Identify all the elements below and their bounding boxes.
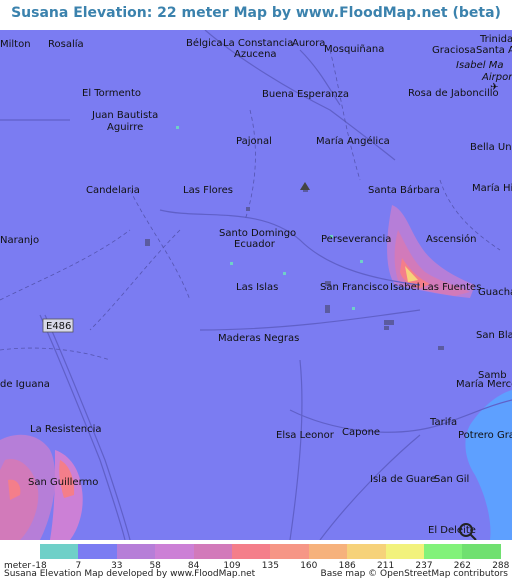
legend-swatch <box>308 544 348 559</box>
title-bar: Susana Elevation: 22 meter Map by www.Fl… <box>0 0 512 30</box>
place-label: Buena Esperanza <box>262 89 349 100</box>
legend-swatch <box>385 544 424 559</box>
place-label: San Bla <box>476 330 512 341</box>
place-label: Bella Uni <box>470 142 512 153</box>
place-label: Bélgica <box>186 37 223 49</box>
place-label: Maderas Negras <box>218 333 299 344</box>
place-label: Azucena <box>234 49 277 60</box>
place-label: Capone <box>342 427 380 438</box>
legend-swatch <box>155 544 194 559</box>
legend-swatch <box>40 544 79 559</box>
place-label: Las Flores <box>183 185 233 196</box>
legend-swatch <box>193 544 232 559</box>
place-label: Graciosa <box>432 45 476 56</box>
place-label: Naranjo <box>0 235 39 246</box>
legend-swatch <box>270 544 309 559</box>
place-label: Santo Domingo <box>219 228 296 239</box>
place-label: La Constancia <box>223 38 293 49</box>
map-title: Susana Elevation: 22 meter Map by www.Fl… <box>11 5 501 21</box>
legend-swatch <box>78 544 117 559</box>
place-label: Airport <box>481 72 512 83</box>
place-label: Candelaria <box>86 185 140 196</box>
place-label: Santa A <box>476 45 512 56</box>
place-label: Perseverancia <box>321 234 391 245</box>
place-label: Milton <box>0 39 31 50</box>
place-label: Guacha <box>478 287 512 298</box>
legend-swatch <box>424 544 463 559</box>
route-label: E486 <box>46 321 71 332</box>
place-label: de Iguana <box>0 379 50 390</box>
place-label: Juan Bautista <box>91 110 158 121</box>
place-label: Trinidad <box>479 34 512 45</box>
place-label: María Angélica <box>316 135 390 147</box>
place-label: Elsa Leonor <box>276 430 335 441</box>
legend-swatch <box>116 544 156 559</box>
elevation-map[interactable]: ✈ Milton Rosalía Bélgica La Constancia A… <box>0 30 512 540</box>
place-label: Santa Bárbara <box>368 184 440 196</box>
place-label: Pajonal <box>236 136 272 147</box>
place-label: Tarifa <box>429 417 457 428</box>
place-label: San Gil <box>434 474 469 485</box>
legend-swatch <box>232 544 271 559</box>
place-label: Isabel <box>390 282 420 293</box>
credit-developer: Susana Elevation Map developed by www.Fl… <box>4 569 256 579</box>
place-label: Aguirre <box>107 122 143 133</box>
legend-swatch <box>347 544 386 559</box>
place-label: Ecuador <box>234 239 276 250</box>
place-label: Ascensión <box>426 233 476 245</box>
legend-tick-label: 160 <box>300 561 318 571</box>
place-label: Potrero Gra <box>458 430 512 441</box>
map-canvas[interactable]: ✈ Milton Rosalía Bélgica La Constancia A… <box>0 30 512 540</box>
place-label: María Hil <box>472 182 512 194</box>
credit-basemap: Base map © OpenStreetMap contributors <box>320 569 508 579</box>
place-label: La Resistencia <box>30 424 102 435</box>
place-label: Mosquiñana <box>324 44 384 55</box>
place-label: Isla de Guare <box>370 474 436 485</box>
legend-swatch <box>462 544 501 559</box>
place-label: Rosalía <box>48 38 84 50</box>
legend-tick-label: 135 <box>261 561 279 571</box>
route-shield-e486: E486 <box>42 318 74 333</box>
place-label: Aurora <box>292 38 325 49</box>
place-label: María Merce <box>456 378 512 390</box>
place-label: El Tormento <box>82 88 141 99</box>
place-label: San Francisco <box>320 282 389 293</box>
place-label: Isabel Ma <box>456 60 504 71</box>
place-label: Rosa de Jaboncillo <box>408 88 499 99</box>
place-label: San Guillermo <box>28 477 98 488</box>
place-label: Las Fuentes <box>422 282 481 293</box>
place-label: Las Islas <box>236 282 278 293</box>
